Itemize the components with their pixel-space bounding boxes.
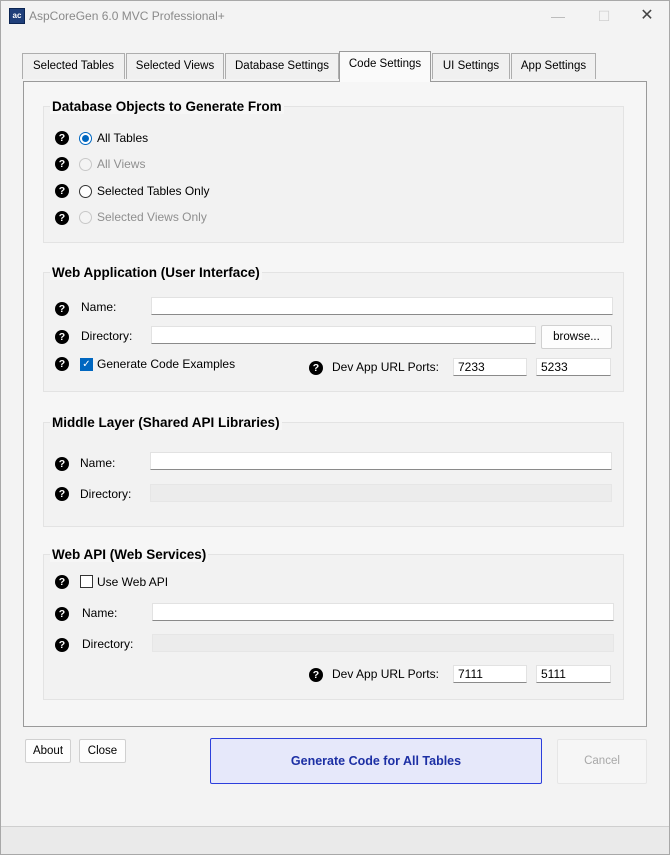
all-tables-label: All Tables	[97, 131, 149, 145]
help-icon[interactable]: ?	[55, 211, 69, 225]
web-api-https-port-input[interactable]	[453, 665, 527, 683]
web-api-name-label: Name:	[82, 606, 118, 620]
selected-views-only-label: Selected Views Only	[97, 210, 207, 224]
close-button[interactable]: Close	[79, 739, 126, 763]
minimize-button[interactable]: —	[536, 1, 580, 31]
middle-layer-group: Middle Layer (Shared API Libraries) ? Na…	[43, 415, 624, 527]
web-api-title: Web API (Web Services)	[50, 547, 209, 562]
maximize-button[interactable]: ☐	[582, 1, 626, 31]
web-app-group: Web Application (User Interface) ? Name:…	[43, 265, 624, 392]
db-objects-group: Database Objects to Generate From ? All …	[43, 99, 624, 243]
help-icon[interactable]: ?	[55, 457, 69, 471]
use-web-api-checkbox[interactable]	[80, 575, 93, 588]
web-app-ports-label: Dev App URL Ports:	[332, 360, 439, 374]
status-bar	[1, 826, 669, 854]
generate-examples-checkbox[interactable]: ✓	[80, 358, 93, 371]
use-web-api-label: Use Web API	[97, 575, 169, 589]
generate-examples-label: Generate Code Examples	[97, 357, 236, 371]
help-icon[interactable]: ?	[55, 487, 69, 501]
web-app-directory-input[interactable]	[151, 326, 536, 344]
tab-code-settings[interactable]: Code Settings	[339, 51, 431, 82]
web-app-name-label: Name:	[81, 300, 117, 314]
generate-code-button[interactable]: Generate Code for All Tables	[210, 738, 542, 784]
web-app-name-input[interactable]	[151, 297, 613, 315]
app-logo-icon: ac	[9, 8, 25, 24]
tab-selected-tables[interactable]: Selected Tables	[22, 53, 125, 79]
cancel-button: Cancel	[557, 739, 647, 784]
all-views-label: All Views	[97, 157, 146, 171]
help-icon[interactable]: ?	[309, 361, 323, 375]
help-icon[interactable]: ?	[55, 638, 69, 652]
help-icon[interactable]: ?	[55, 575, 69, 589]
web-api-ports-label: Dev App URL Ports:	[332, 667, 439, 681]
middle-layer-name-input[interactable]	[150, 452, 612, 470]
tab-app-settings[interactable]: App Settings	[511, 53, 596, 79]
web-app-directory-label: Directory:	[81, 329, 133, 343]
close-window-button[interactable]: ✕	[625, 1, 669, 31]
help-icon[interactable]: ?	[55, 330, 69, 344]
selected-tables-only-radio[interactable]	[79, 185, 92, 198]
middle-layer-title: Middle Layer (Shared API Libraries)	[50, 415, 282, 430]
web-api-directory-label: Directory:	[82, 637, 134, 651]
tab-database-settings[interactable]: Database Settings	[225, 53, 339, 79]
help-icon[interactable]: ?	[55, 302, 69, 316]
tab-ui-settings[interactable]: UI Settings	[432, 53, 510, 79]
middle-layer-directory-input	[150, 484, 612, 502]
help-icon[interactable]: ?	[55, 357, 69, 371]
all-tables-radio[interactable]	[79, 132, 92, 145]
web-app-http-port-input[interactable]	[536, 358, 611, 376]
title-bar[interactable]: ac AspCoreGen 6.0 MVC Professional+ — ☐ …	[1, 1, 669, 31]
help-icon[interactable]: ?	[55, 131, 69, 145]
window-title: AspCoreGen 6.0 MVC Professional+	[29, 9, 225, 23]
selected-views-only-radio	[79, 211, 92, 224]
help-icon[interactable]: ?	[309, 668, 323, 682]
tab-selected-views[interactable]: Selected Views	[126, 53, 224, 79]
web-app-https-port-input[interactable]	[453, 358, 527, 376]
web-api-name-input[interactable]	[152, 603, 614, 621]
middle-layer-name-label: Name:	[80, 456, 116, 470]
middle-layer-directory-label: Directory:	[80, 487, 132, 501]
all-views-radio	[79, 158, 92, 171]
help-icon[interactable]: ?	[55, 184, 69, 198]
about-button[interactable]: About	[25, 739, 71, 763]
help-icon[interactable]: ?	[55, 607, 69, 621]
web-api-directory-input	[152, 634, 614, 652]
web-api-group: Web API (Web Services) ? Use Web API ? N…	[43, 547, 624, 700]
db-objects-title: Database Objects to Generate From	[50, 99, 284, 114]
help-icon[interactable]: ?	[55, 157, 69, 171]
selected-tables-only-label: Selected Tables Only	[97, 184, 210, 198]
app-window: ac AspCoreGen 6.0 MVC Professional+ — ☐ …	[0, 0, 670, 855]
web-api-http-port-input[interactable]	[536, 665, 611, 683]
code-settings-panel: Database Objects to Generate From ? All …	[23, 81, 647, 727]
browse-button[interactable]: browse...	[541, 325, 612, 349]
web-app-title: Web Application (User Interface)	[50, 265, 262, 280]
